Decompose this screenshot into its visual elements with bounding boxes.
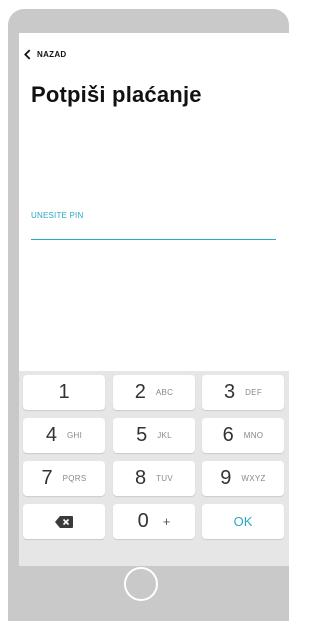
numeric-keypad: 1 2 ABC 3 DEF 4 GHI 5 JKL 6 MNO 7 PQRS 8…: [19, 371, 289, 566]
key-digit: 7: [41, 467, 53, 489]
key-9[interactable]: 9 WXYZ: [202, 461, 284, 496]
key-digit: 0: [137, 510, 149, 532]
back-label: NAZAD: [37, 50, 67, 59]
key-letters: TUV: [156, 474, 174, 483]
key-digit: 4: [45, 424, 57, 446]
home-button[interactable]: [124, 567, 158, 601]
page-title: Potpiši plaćanje: [31, 82, 202, 107]
key-letters: DEF: [245, 388, 263, 397]
backspace-key[interactable]: [23, 504, 105, 539]
key-1[interactable]: 1: [23, 375, 105, 410]
chevron-left-icon: [24, 49, 31, 60]
ok-label: OK: [233, 514, 253, 529]
key-letters: JKL: [157, 431, 172, 440]
key-digit: 8: [134, 467, 147, 489]
key-digit: 1: [58, 381, 70, 403]
backspace-icon: [55, 515, 73, 528]
key-7[interactable]: 7 PQRS: [23, 461, 105, 496]
key-letters: MNO: [243, 431, 264, 440]
key-letters: PQRS: [62, 474, 87, 483]
key-letters: GHI: [67, 431, 83, 440]
key-letters: WXYZ: [241, 474, 266, 483]
key-digit: 2: [134, 381, 146, 403]
pin-label: UNESITE PIN: [31, 211, 84, 220]
key-4[interactable]: 4 GHI: [23, 418, 105, 453]
key-2[interactable]: 2 ABC: [113, 375, 195, 410]
phone-frame: NAZAD Potpiši plaćanje UNESITE PIN 1 2 A…: [8, 9, 289, 621]
key-digit: 3: [223, 381, 236, 403]
key-5[interactable]: 5 JKL: [113, 418, 195, 453]
key-3[interactable]: 3 DEF: [202, 375, 284, 410]
app-screen: NAZAD Potpiši plaćanje UNESITE PIN 1 2 A…: [19, 33, 289, 566]
key-6[interactable]: 6 MNO: [202, 418, 284, 453]
key-letters: ABC: [155, 388, 174, 397]
key-8[interactable]: 8 TUV: [113, 461, 195, 496]
key-digit: 9: [220, 467, 232, 489]
key-digit: 5: [136, 424, 148, 446]
back-button[interactable]: NAZAD: [22, 49, 67, 60]
ok-key[interactable]: OK: [202, 504, 284, 539]
key-digit: 6: [222, 424, 234, 446]
key-0[interactable]: 0 +: [113, 504, 195, 539]
key-plus: +: [162, 514, 171, 529]
pin-input[interactable]: [31, 223, 276, 240]
